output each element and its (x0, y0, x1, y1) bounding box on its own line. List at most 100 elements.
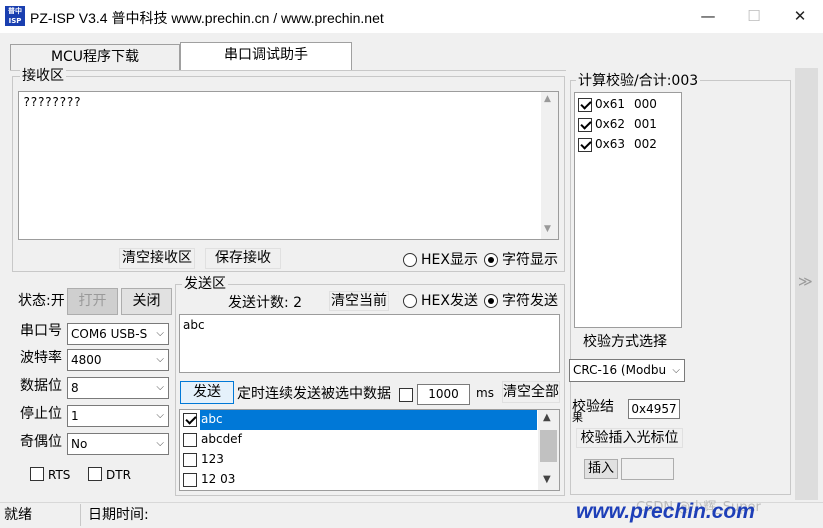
char-send-label: 字符发送 (502, 293, 558, 309)
checksum-insert-cursor-button[interactable]: 校验插入光标位 (576, 428, 683, 448)
save-receive-button[interactable]: 保存接收 (205, 248, 281, 269)
parity-select[interactable]: No ⌵ (67, 433, 169, 455)
stop-bits-select[interactable]: 1 ⌵ (67, 405, 169, 427)
list-item[interactable]: abcdef (180, 430, 537, 450)
receive-textarea[interactable]: ???????? ▲ ▼ (18, 91, 559, 240)
close-port-button[interactable]: 关闭 (121, 288, 172, 315)
checksum-result-label-tail: 果 (572, 411, 583, 424)
chevron-down-icon: ⌵ (156, 438, 164, 449)
double-chevron-right-icon[interactable]: ≫ (798, 274, 813, 290)
chevron-down-icon: ⌵ (156, 382, 164, 393)
scroll-up-icon[interactable]: ▲ (544, 94, 551, 104)
timed-send-checkbox[interactable] (399, 388, 413, 402)
list-item-label: 12 03 (201, 472, 236, 486)
scroll-thumb[interactable] (540, 430, 557, 462)
send-list-scrollbar[interactable]: ▲ ▼ (538, 410, 559, 490)
send-button[interactable]: 发送 (180, 381, 234, 404)
baud-label: 波特率 (20, 350, 62, 366)
list-item-checkbox[interactable] (183, 473, 197, 487)
port-select[interactable]: COM6 USB-S ⌵ (67, 323, 169, 345)
maximize-button[interactable]: ☐ (731, 0, 777, 33)
rts-checkbox[interactable] (30, 467, 44, 481)
checksum-method-label: 校验方式选择 (583, 334, 667, 350)
checksum-group-label: 计算校验/合计:003 (576, 73, 701, 89)
list-item-label: abcdef (201, 432, 242, 446)
receive-scrollbar[interactable]: ▲ ▼ (541, 92, 558, 239)
send-textarea[interactable]: abc (179, 314, 560, 373)
status-ready: 就绪 (4, 507, 32, 523)
list-item-checkbox[interactable] (183, 453, 197, 467)
list-item[interactable]: abc (180, 410, 537, 430)
clear-receive-button[interactable]: 清空接收区 (119, 248, 195, 269)
list-item-label: 123 (201, 452, 224, 466)
hex-display-radio[interactable] (403, 253, 417, 267)
char-display-radio[interactable] (484, 253, 498, 267)
scroll-up-icon[interactable]: ▲ (543, 412, 551, 423)
tab-serial-assistant[interactable]: 串口调试助手 (180, 42, 352, 71)
list-item-checkbox[interactable] (578, 138, 592, 152)
tab-divider (10, 70, 566, 71)
status-divider (80, 504, 81, 526)
checksum-hex: 0x62 (595, 117, 626, 131)
data-bits-select[interactable]: 8 ⌵ (67, 377, 169, 399)
brand-logo-text: www.prechin.com (576, 500, 755, 523)
hex-send-radio[interactable] (403, 294, 417, 308)
list-item-checkbox[interactable] (183, 413, 197, 427)
char-send-radio[interactable] (484, 294, 498, 308)
send-content: abc (183, 318, 205, 332)
hex-send-label: HEX发送 (421, 293, 478, 309)
open-port-button[interactable]: 打开 (67, 288, 118, 315)
checksum-index: 002 (634, 137, 657, 151)
list-item[interactable]: 0x61 000 (576, 96, 680, 114)
list-item-highlight (200, 410, 537, 430)
checksum-index: 000 (634, 97, 657, 111)
dtr-label: DTR (106, 468, 131, 482)
status-datetime-label: 日期时间: (88, 507, 149, 523)
send-count-label: 发送计数: 2 (228, 295, 303, 311)
app-logo-icon: 普中ISP (5, 6, 25, 26)
list-item[interactable]: 123 (180, 450, 537, 470)
receive-group-label: 接收区 (20, 68, 66, 84)
tab-mcu-download[interactable]: MCU程序下载 (10, 44, 180, 71)
window-title: PZ-ISP V3.4 普中科技 www.prechin.cn / www.pr… (30, 10, 384, 26)
list-item-checkbox[interactable] (578, 98, 592, 112)
minimize-button[interactable]: — (685, 0, 731, 33)
scroll-down-icon[interactable]: ▼ (543, 474, 551, 485)
interval-unit-label: ms (476, 386, 494, 400)
baud-select-value: 4800 (71, 353, 102, 367)
checksum-hex: 0x61 (595, 97, 626, 111)
port-select-value: COM6 USB-S (71, 327, 148, 341)
dtr-checkbox[interactable] (88, 467, 102, 481)
port-status-label: 状态:开 (18, 293, 65, 309)
list-item-label: abc (201, 412, 223, 426)
timed-send-label: 定时连续发送被选中数据 (237, 386, 391, 402)
list-item-checkbox[interactable] (183, 433, 197, 447)
stop-bits-label: 停止位 (20, 406, 62, 422)
baud-select[interactable]: 4800 ⌵ (67, 349, 169, 371)
list-item-checkbox[interactable] (578, 118, 592, 132)
list-item[interactable]: 0x62 001 (576, 116, 680, 134)
scroll-down-icon[interactable]: ▼ (544, 224, 551, 234)
checksum-method-select[interactable]: CRC-16 (Modbu ⌵ (569, 359, 685, 382)
chevron-down-icon: ⌵ (156, 410, 164, 421)
interval-input[interactable]: 1000 (417, 384, 470, 405)
list-item[interactable]: 0x63 002 (576, 136, 680, 154)
chevron-down-icon: ⌵ (156, 354, 164, 365)
chevron-down-icon: ⌵ (156, 328, 164, 339)
rts-label: RTS (48, 468, 71, 482)
hex-display-label: HEX显示 (421, 252, 478, 268)
insert-button[interactable]: 插入 (584, 459, 618, 479)
side-expand-strip[interactable]: ≫ (795, 68, 818, 500)
clear-current-button[interactable]: 清空当前 (329, 291, 389, 311)
receive-content: ???????? (23, 95, 81, 109)
checksum-hex: 0x63 (595, 137, 626, 151)
data-bits-select-value: 8 (71, 381, 79, 395)
close-window-button[interactable]: ✕ (777, 0, 823, 33)
insert-field[interactable] (621, 458, 674, 480)
list-item[interactable]: 12 03 (180, 470, 537, 490)
clear-all-button[interactable]: 清空全部 (502, 381, 560, 403)
data-bits-label: 数据位 (20, 378, 62, 394)
port-label: 串口号 (20, 323, 62, 339)
char-display-label: 字符显示 (502, 252, 558, 268)
chevron-down-icon: ⌵ (672, 365, 680, 376)
